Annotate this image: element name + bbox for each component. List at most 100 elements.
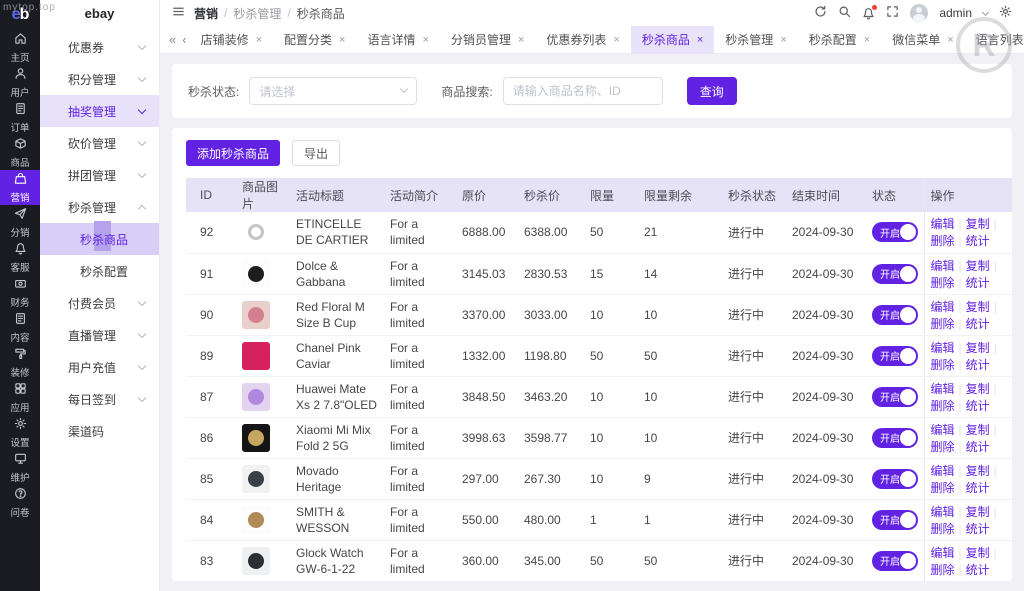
rail-item-finance[interactable]: 财务 [0,275,40,310]
tab-语言详情[interactable]: 语言详情× [356,26,439,54]
action-编辑[interactable]: 编辑 [931,259,955,273]
tab-close-icon[interactable]: × [864,34,870,46]
action-编辑[interactable]: 编辑 [931,300,955,314]
rail-item-survey[interactable]: 问卷 [0,485,40,520]
action-复制[interactable]: 复制 [966,259,990,273]
status-toggle[interactable]: 开启 [872,305,918,325]
action-统计[interactable]: 统计 [966,399,990,413]
status-toggle[interactable]: 开启 [872,387,918,407]
rail-item-decorate[interactable]: 装修 [0,345,40,380]
hamburger-icon[interactable] [172,5,185,21]
rail-item-home[interactable]: 主页 [0,30,40,65]
tab-秒杀配置[interactable]: 秒杀配置× [798,26,881,54]
add-seckill-product-button[interactable]: 添加秒杀商品 [186,140,280,166]
action-删除[interactable]: 删除 [931,522,955,536]
status-toggle[interactable]: 开启 [872,510,918,530]
action-编辑[interactable]: 编辑 [931,341,955,355]
action-复制[interactable]: 复制 [966,505,990,519]
query-button[interactable]: 查询 [687,77,737,105]
tab-close-icon[interactable]: × [780,34,786,46]
action-删除[interactable]: 删除 [931,399,955,413]
tab-配置分类[interactable]: 配置分类× [273,26,356,54]
action-复制[interactable]: 复制 [966,546,990,560]
tab-优惠券列表[interactable]: 优惠券列表× [535,26,630,54]
sidebar-item[interactable]: 渠道码 [40,415,159,447]
product-image[interactable] [242,260,270,288]
action-统计[interactable]: 统计 [966,440,990,454]
sidebar-item[interactable]: 拼团管理 [40,159,159,191]
rail-item-goods[interactable]: 商品 [0,135,40,170]
sidebar-item[interactable]: 抽奖管理 [40,95,159,127]
action-复制[interactable]: 复制 [966,464,990,478]
product-image[interactable] [242,342,270,370]
action-编辑[interactable]: 编辑 [931,464,955,478]
product-image[interactable] [242,218,270,246]
action-编辑[interactable]: 编辑 [931,423,955,437]
action-复制[interactable]: 复制 [966,341,990,355]
notification-bell-icon[interactable] [862,7,875,20]
product-search-input[interactable] [503,77,663,105]
action-统计[interactable]: 统计 [966,276,990,290]
action-删除[interactable]: 删除 [931,234,955,248]
rail-item-maintain[interactable]: 维护 [0,450,40,485]
fullscreen-icon[interactable] [886,5,899,21]
action-编辑[interactable]: 编辑 [931,505,955,519]
sidebar-item[interactable]: 每日签到 [40,383,159,415]
sidebar-item[interactable]: 付费会员 [40,287,159,319]
action-删除[interactable]: 删除 [931,563,955,577]
status-toggle[interactable]: 开启 [872,222,918,242]
refresh-icon[interactable] [814,5,827,21]
action-统计[interactable]: 统计 [966,481,990,495]
action-编辑[interactable]: 编辑 [931,546,955,560]
product-image[interactable] [242,465,270,493]
action-复制[interactable]: 复制 [966,423,990,437]
status-toggle[interactable]: 开启 [872,428,918,448]
tabs-scroll-left-one-icon[interactable]: ‹ [179,32,189,47]
product-image[interactable] [242,506,270,534]
status-toggle[interactable]: 开启 [872,346,918,366]
status-toggle[interactable]: 开启 [872,264,918,284]
sidebar-item[interactable]: 秒杀商品 [40,223,159,255]
status-toggle[interactable]: 开启 [872,551,918,571]
product-image[interactable] [242,424,270,452]
tab-秒杀管理[interactable]: 秒杀管理× [714,26,797,54]
gear-icon[interactable] [999,5,1012,21]
tab-close-icon[interactable]: × [423,34,429,46]
rail-item-user[interactable]: 用户 [0,65,40,100]
tab-分销员管理[interactable]: 分销员管理× [440,26,535,54]
tab-close-icon[interactable]: × [339,34,345,46]
action-复制[interactable]: 复制 [966,382,990,396]
sidebar-item[interactable]: 直播管理 [40,319,159,351]
action-删除[interactable]: 删除 [931,276,955,290]
status-select[interactable]: 请选择 [249,77,417,105]
product-image[interactable] [242,383,270,411]
rail-item-content[interactable]: 内容 [0,310,40,345]
rail-item-settings[interactable]: 设置 [0,415,40,450]
tab-close-icon[interactable]: × [256,34,262,46]
action-统计[interactable]: 统计 [966,358,990,372]
tab-close-icon[interactable]: × [518,34,524,46]
action-删除[interactable]: 删除 [931,358,955,372]
sidebar-item[interactable]: 秒杀管理 [40,191,159,223]
sidebar-item[interactable]: 优惠券 [40,31,159,63]
tab-秒杀商品[interactable]: 秒杀商品× [631,26,714,54]
action-统计[interactable]: 统计 [966,522,990,536]
action-复制[interactable]: 复制 [966,217,990,231]
action-统计[interactable]: 统计 [966,563,990,577]
action-编辑[interactable]: 编辑 [931,382,955,396]
action-删除[interactable]: 删除 [931,317,955,331]
action-编辑[interactable]: 编辑 [931,217,955,231]
sidebar-item[interactable]: 用户充值 [40,351,159,383]
tab-微信菜单[interactable]: 微信菜单× [881,26,964,54]
username[interactable]: admin [939,6,972,20]
user-menu-chevron-icon[interactable] [982,8,989,15]
tab-close-icon[interactable]: × [613,34,619,46]
action-统计[interactable]: 统计 [966,317,990,331]
product-image[interactable] [242,301,270,329]
action-删除[interactable]: 删除 [931,440,955,454]
sidebar-item[interactable]: 积分管理 [40,63,159,95]
rail-item-share[interactable]: 分销 [0,205,40,240]
tab-语言列表[interactable]: 语言列表× [965,26,1024,54]
status-toggle[interactable]: 开启 [872,469,918,489]
export-button[interactable]: 导出 [292,140,340,166]
